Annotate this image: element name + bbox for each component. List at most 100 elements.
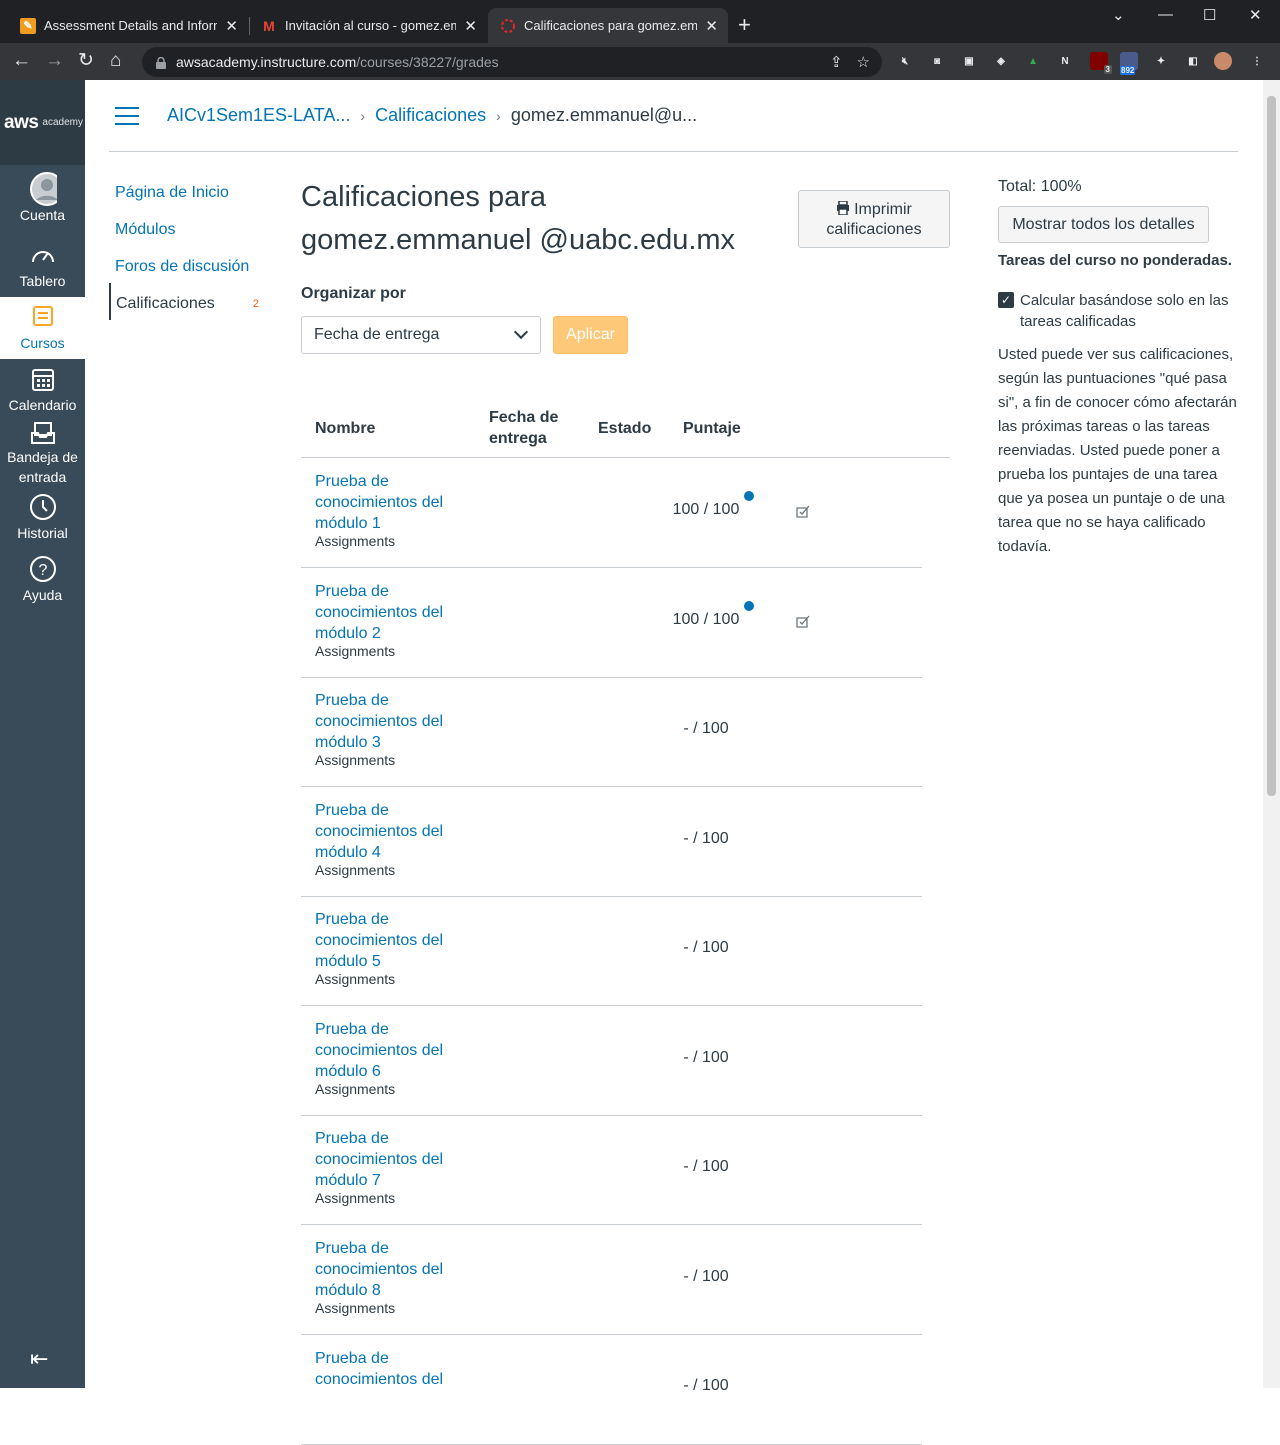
score-value[interactable]: 100 / 100 bbox=[661, 501, 751, 519]
breadcrumb-current: gomez.emmanuel@u... bbox=[510, 105, 698, 125]
camera-icon[interactable]: ◙ bbox=[928, 52, 946, 70]
score-value: - / 100 bbox=[683, 1268, 729, 1285]
close-tab-icon[interactable]: ✕ bbox=[225, 17, 238, 35]
table-row: Prueba de conocimientos del módulo 3 Assi… bbox=[301, 677, 922, 787]
grades-table-header: Nombre Fecha de entrega Estado Puntaje bbox=[301, 400, 950, 458]
tab-title: Invitación al curso - gomez.emm bbox=[285, 18, 457, 33]
url-host: awsacademy.instructure.com bbox=[176, 54, 357, 70]
profile-avatar[interactable] bbox=[1214, 52, 1232, 70]
mail-ext-icon[interactable]: 892 bbox=[1120, 52, 1138, 75]
minimize-icon[interactable]: — bbox=[1158, 6, 1173, 23]
header-score[interactable]: Puntaje bbox=[683, 418, 741, 439]
apply-button[interactable]: Aplicar bbox=[553, 316, 628, 354]
assignment-link[interactable]: Prueba de conocimientos del módulo 5 bbox=[315, 909, 465, 972]
nav-courses[interactable]: Cursos bbox=[0, 297, 85, 359]
table-row: Prueba de conocimientos del - / 100 bbox=[301, 1335, 922, 1445]
calendar-icon bbox=[29, 365, 57, 393]
assignment-link[interactable]: Prueba de conocimientos del módulo 7 bbox=[315, 1128, 465, 1191]
close-tab-icon[interactable]: ✕ bbox=[464, 17, 477, 35]
puzzle-icon[interactable]: ✦ bbox=[1152, 52, 1170, 70]
assignment-link[interactable]: Prueba de conocimientos del módulo 6 bbox=[315, 1019, 465, 1082]
nav-account[interactable]: Cuenta bbox=[0, 165, 85, 235]
back-icon[interactable]: ← bbox=[12, 49, 31, 73]
close-tab-icon[interactable]: ✕ bbox=[705, 17, 718, 35]
checkbox-checked-icon[interactable]: ✓ bbox=[998, 292, 1014, 308]
breadcrumb-grades[interactable]: Calificaciones bbox=[375, 105, 486, 126]
browser-tab-1[interactable]: ✎ Assessment Details and Informat ✕ bbox=[8, 8, 248, 43]
breadcrumb: AICv1Sem1ES-LATA... › Calificaciones › g… bbox=[109, 80, 1238, 152]
nav-label: Calendario bbox=[8, 397, 77, 413]
window-icon[interactable]: ▣ bbox=[960, 52, 978, 70]
assignment-link[interactable]: Prueba de conocimientos del bbox=[315, 1348, 465, 1390]
browser-tab-3-active[interactable]: Calificaciones para gomez.emma ✕ bbox=[488, 8, 728, 43]
aws-academy-logo[interactable]: aws academy bbox=[0, 80, 85, 165]
course-nav-label: Calificaciones bbox=[116, 295, 215, 312]
nav-badge: 2 bbox=[252, 298, 259, 310]
maximize-icon[interactable]: ☐ bbox=[1203, 6, 1216, 24]
forward-icon[interactable]: → bbox=[45, 49, 64, 73]
nav-calendar[interactable]: Calendario bbox=[0, 359, 85, 421]
logo-text: aws bbox=[4, 111, 39, 133]
close-window-icon[interactable]: ✕ bbox=[1249, 6, 1262, 24]
what-if-score-icon[interactable] bbox=[796, 614, 812, 628]
assignment-link[interactable]: Prueba de conocimientos del módulo 2 bbox=[315, 581, 465, 644]
new-tab-icon[interactable]: + bbox=[738, 12, 751, 38]
calculate-graded-only[interactable]: ✓ Calcular basándose solo en las tareas … bbox=[998, 290, 1238, 332]
star-icon[interactable]: ☆ bbox=[857, 53, 870, 71]
assignment-link[interactable]: Prueba de conocimientos del módulo 8 bbox=[315, 1238, 465, 1301]
home-icon[interactable]: ⌂ bbox=[110, 49, 121, 73]
course-nav-discussions[interactable]: Foros de discusión bbox=[109, 246, 269, 283]
course-navigation: Página de Inicio Módulos Foros de discus… bbox=[109, 172, 269, 320]
page-scrollbar[interactable] bbox=[1263, 80, 1280, 1388]
course-nav-grades[interactable]: Calificaciones 2 bbox=[109, 283, 269, 320]
header-due-date[interactable]: Fecha de entrega bbox=[489, 407, 569, 449]
drive-icon[interactable]: ▲ bbox=[1024, 52, 1042, 70]
score-value[interactable]: 100 / 100 bbox=[661, 611, 751, 629]
browser-tab-2[interactable]: M Invitación al curso - gomez.emm ✕ bbox=[249, 8, 487, 43]
assignment-group: Assignments bbox=[315, 1081, 396, 1097]
ublock-icon[interactable]: 3 bbox=[1090, 52, 1112, 74]
print-grades-button[interactable]: Imprimir calificaciones bbox=[798, 190, 950, 248]
dashboard-icon bbox=[29, 241, 57, 269]
nav-dashboard[interactable]: Tablero bbox=[0, 235, 85, 297]
score-value: - / 100 bbox=[683, 939, 729, 956]
table-row: Prueba de conocimientos del módulo 2 Assi… bbox=[301, 568, 922, 678]
score-value: - / 100 bbox=[683, 1377, 729, 1394]
tab-title: Assessment Details and Informat bbox=[44, 18, 218, 33]
gmail-icon: M bbox=[263, 17, 275, 34]
ublock-badge: 3 bbox=[1103, 65, 1112, 74]
menu-dots-icon[interactable]: ⋮ bbox=[1248, 52, 1266, 70]
assignment-group: Assignments bbox=[315, 862, 396, 878]
breadcrumb-course[interactable]: AICv1Sem1ES-LATA... bbox=[167, 105, 350, 126]
assignment-link[interactable]: Prueba de conocimientos del módulo 1 bbox=[315, 471, 465, 534]
nav-history[interactable]: Historial bbox=[0, 487, 85, 549]
reload-icon[interactable]: ↻ bbox=[78, 49, 94, 73]
pencil-icon: ✎ bbox=[20, 17, 36, 34]
mute-icon[interactable]: 🔇︎ bbox=[896, 52, 914, 70]
course-nav-home[interactable]: Página de Inicio bbox=[109, 172, 269, 209]
hamburger-menu-icon[interactable] bbox=[115, 106, 139, 125]
header-name[interactable]: Nombre bbox=[315, 418, 375, 439]
collapse-nav-icon[interactable]: ⇤ bbox=[30, 1346, 48, 1372]
sidepanel-icon[interactable]: ◧ bbox=[1184, 52, 1202, 70]
share-icon[interactable]: ⇪ bbox=[830, 53, 843, 71]
nav-inbox[interactable]: Bandeja de entrada bbox=[0, 421, 85, 487]
organize-select[interactable]: Fecha de entrega bbox=[301, 316, 541, 354]
help-icon: ? bbox=[29, 555, 57, 583]
what-if-score-icon[interactable] bbox=[796, 504, 812, 518]
extension-icon[interactable]: ◈ bbox=[992, 52, 1010, 70]
address-bar[interactable]: awsacademy.instructure.com/courses/38227… bbox=[142, 47, 882, 77]
header-status[interactable]: Estado bbox=[598, 418, 651, 439]
assignment-link[interactable]: Prueba de conocimientos del módulo 3 bbox=[315, 690, 465, 753]
user-icon bbox=[29, 172, 57, 206]
course-nav-modules[interactable]: Módulos bbox=[109, 209, 269, 246]
notion-icon[interactable]: N bbox=[1056, 52, 1074, 70]
nav-help[interactable]: ? Ayuda bbox=[0, 549, 85, 611]
scrollbar-thumb[interactable] bbox=[1267, 96, 1276, 796]
printer-icon bbox=[836, 200, 850, 216]
unread-grade-dot-icon bbox=[744, 491, 754, 501]
tab-search-icon[interactable]: ⌄ bbox=[1112, 6, 1125, 24]
show-all-details-button[interactable]: Mostrar todos los detalles bbox=[998, 206, 1209, 243]
chevron-right-icon: › bbox=[496, 107, 501, 124]
assignment-link[interactable]: Prueba de conocimientos del módulo 4 bbox=[315, 800, 465, 863]
